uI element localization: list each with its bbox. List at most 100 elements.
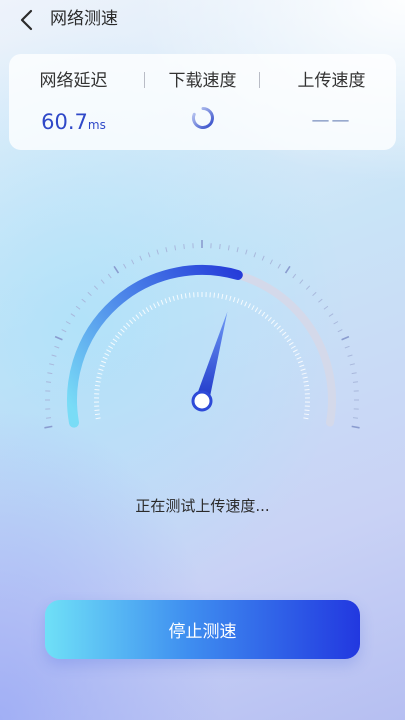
gauge-inner-tick [142,309,146,315]
gauge-inner-tick [240,299,244,305]
upload-value: —— [311,110,352,131]
gauge-tick [344,345,350,349]
gauge-inner-tick [126,322,131,327]
gauge-inner-tick [303,413,310,416]
gauge-tick [147,252,151,258]
gauge-tick [139,255,143,261]
gauge-tick [70,313,76,317]
gauge-tick [236,247,239,253]
gauge-inner-tick [149,305,153,311]
upload-label: 上传速度 [297,71,366,91]
latency-stat: 网络延迟 60.7ms [9,54,138,150]
gauge-tick [123,263,127,269]
gauge-tick [51,354,57,357]
stop-test-button[interactable]: 停止测速 [45,600,360,659]
gauge-inner-tick [180,293,183,300]
gauge-inner-tick [153,303,157,309]
gauge-inner-tick [96,376,102,379]
gauge-inner-tick [176,294,179,300]
gauge-tick [46,417,52,419]
gauge-tick [113,265,120,274]
gauge-tick [337,329,343,333]
gauge-inner-tick [247,303,251,309]
gauge-inner-tick [258,309,262,315]
gauge-tick [351,425,360,429]
speed-gauge [44,240,360,429]
gauge-inner-tick [160,299,164,305]
gauge-tick [352,417,358,419]
gauge-tick [131,259,135,265]
gauge-inner-tick [229,295,232,301]
gauge-inner-tick [213,292,216,298]
gauge-inner-tick [303,417,309,420]
gauge-tick [174,245,177,251]
gauge-inner-tick [112,338,118,343]
gauge-inner-tick [284,335,289,339]
gauge-tick [81,298,86,303]
gauge-tick [261,255,265,261]
gauge-tick [49,363,55,366]
latency-label: 网络延迟 [39,71,108,91]
gauge-inner-tick [184,293,187,299]
back-button[interactable] [14,6,42,34]
gauge-tick [352,381,358,383]
gauge-inner-tick [221,293,224,300]
gauge-inner-tick [294,352,300,357]
gauge-inner-tick [299,364,305,368]
gauge-inner-tick [290,345,296,349]
gauge-inner-tick [286,338,292,343]
gauge-inner-tick [288,341,294,346]
gauge-inner-tick [225,294,228,300]
gauge-inner-tick [303,384,310,387]
gauge-inner-tick [301,372,307,375]
gauge-inner-tick [94,384,101,387]
gauge-inner-tick [172,295,175,301]
gauge-inner-tick [97,372,103,375]
stat-divider [259,72,260,88]
stats-card: 网络延迟 60.7ms 下载速度 上传速度 —— [9,54,396,150]
gauge-tick [245,249,248,255]
gauge-inner-tick [254,307,259,313]
gauge-tick [65,321,71,325]
gauge-inner-tick [132,316,137,322]
gauge-inner-tick [300,368,306,371]
gauge-inner-tick [297,360,303,364]
gauge-tick [349,363,355,366]
gauge-tick [277,263,281,269]
gauge-tick [305,285,311,290]
gauge-inner-tick [135,314,140,319]
gauge-inner-tick [244,301,248,307]
gauge-tick [227,245,230,251]
gauge-inner-tick [267,316,272,322]
gauge-inner-tick [302,376,308,379]
gauge-inner-tick [115,335,120,339]
gauge-tick [183,244,185,250]
gauge-tick [318,298,323,303]
gauge-tick [54,335,63,341]
gauge-inner-tick [94,413,101,416]
gauge-tick [269,259,273,265]
gauge-inner-tick [102,356,108,360]
gauge-tick [284,265,291,274]
gauge-tick [323,305,329,310]
gauge-inner-tick [95,380,101,383]
gauge-inner-tick [270,319,275,325]
gauge-tick [333,321,339,325]
gauge-inner-tick [217,293,220,299]
gauge-tick [44,425,53,429]
gauge-inner-tick [279,328,284,333]
latency-number: 60.7 [41,110,88,134]
gauge-tick [107,273,112,279]
gauge-inner-tick [292,349,298,353]
gauge-inner-tick [98,368,104,371]
download-stat: 下载速度 [138,54,267,150]
gauge-tick [299,279,304,284]
latency-unit: ms [87,118,106,132]
gauge-inner-tick [296,356,302,360]
gauge-inner-tick [303,380,309,383]
gauge-progress-arc [67,264,243,428]
gauge-tick [75,305,81,310]
gauge-inner-tick [251,305,255,311]
gauge-inner-tick [281,331,287,336]
gauge-tick [47,372,53,375]
